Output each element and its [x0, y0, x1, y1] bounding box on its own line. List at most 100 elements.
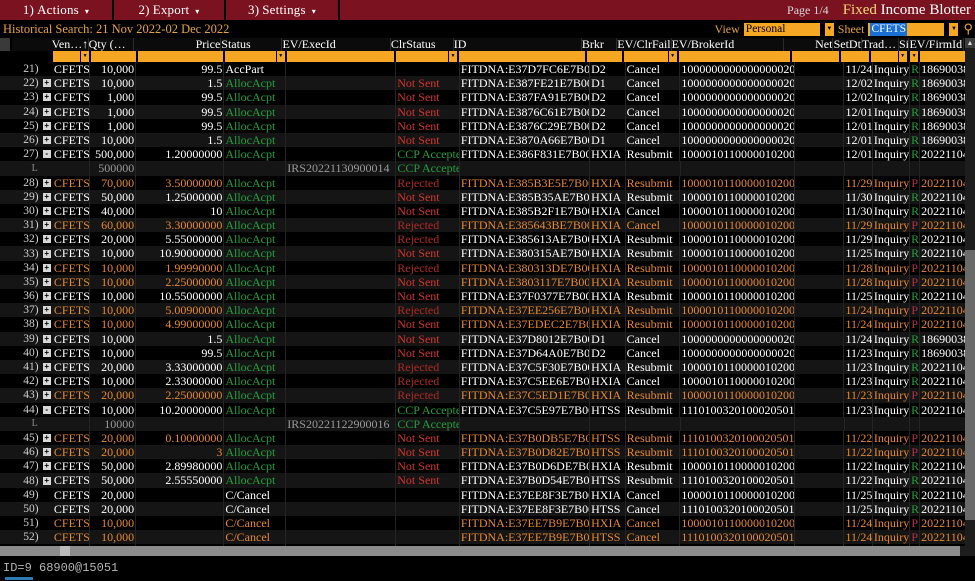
table-row[interactable]: 39) + CFETS 10,000 1.5 AllocAcpt Not Sent FITDN…	[0, 331, 975, 346]
table-row[interactable]: 27) - CFETS 500,000 1.20000000 AllocAcpt CCP A…	[0, 147, 975, 162]
expander-box[interactable]: +	[42, 221, 51, 230]
table-row[interactable]: 35) + CFETS 10,000 2.25000000 AllocAcpt Not Se…	[0, 274, 975, 289]
table-row[interactable]: 31) + CFETS 60,000 3.30000000 AllocAcpt Reject…	[0, 218, 975, 233]
column-header-ven[interactable]: Ven…↑	[51, 38, 89, 51]
table-row[interactable]: 42) + CFETS 10,000 2.33000000 AllocAcpt Reject…	[0, 374, 975, 389]
expand-row-icon[interactable]: +	[41, 374, 53, 388]
column-header-trad[interactable]: Trad…	[861, 38, 899, 51]
table-row[interactable]: 26) + CFETS 10,000 1.5 AllocAcpt Not Sent FITDN…	[0, 132, 975, 148]
column-header-qty[interactable]: Qty (…	[88, 38, 135, 51]
collapse-row-icon[interactable]: -	[41, 147, 53, 161]
expand-row-icon[interactable]: +	[41, 190, 53, 204]
table-row[interactable]: 38) + CFETS 10,000 4.99000000 AllocAcpt Not Se…	[0, 317, 975, 332]
column-header-status[interactable]: Status	[221, 38, 283, 51]
table-row[interactable]: 29) + CFETS 50,000 1.25000000 AllocAcpt Not Se…	[0, 189, 975, 204]
expander-box[interactable]: +	[42, 235, 51, 244]
table-row[interactable]: L 10000 IRS20221122900016CCP Accepted	[0, 416, 975, 431]
table-row[interactable]: 50) CFETS 20,000 C/Cancel FITDNA:E37EE8F3E7B…	[0, 501, 975, 516]
table-row[interactable]: 44) - CFETS 10,000 10.20000000 AllocAcpt CCP A…	[0, 402, 975, 417]
table-row[interactable]: 37) + CFETS 10,000 5.00900000 AllocAcpt Reject…	[0, 303, 975, 318]
table-row[interactable]: 21) CFETS 10,000 99.5 AccPart FITDNA:E37D7FC6…	[0, 62, 975, 77]
column-header-brkr[interactable]: Brkr	[581, 38, 618, 51]
view-dropdown-icon[interactable]: ▼	[823, 22, 834, 36]
scroll-up-arrow-icon[interactable]: ▲	[965, 38, 975, 48]
export-menu-button[interactable]: 2) Export ▾	[114, 0, 226, 20]
sheet-select[interactable]: CFETS	[868, 22, 945, 36]
filter-input-id[interactable]	[459, 51, 588, 62]
vertical-scrollbar[interactable]: ▲ ▼	[965, 38, 975, 556]
filter-input-setdt[interactable]	[841, 51, 871, 62]
column-header-net[interactable]: Net	[784, 38, 834, 51]
expand-row-icon[interactable]: +	[41, 133, 53, 147]
expand-row-icon[interactable]: +	[41, 360, 53, 374]
filter-dropdown-icon-clrstatus[interactable]: ▼	[448, 51, 458, 62]
expander-box[interactable]: +	[42, 462, 51, 471]
view-select[interactable]: Personal	[743, 22, 820, 36]
expander-box[interactable]: +	[42, 448, 51, 457]
expander-box[interactable]: +	[42, 292, 51, 301]
filter-dropdown-icon-trad[interactable]: ▼	[897, 51, 907, 62]
table-row[interactable]: 49) CFETS 20,000 C/Cancel FITDNA:E37EE8F3E7B…	[0, 487, 975, 502]
table-row[interactable]: 22) + CFETS 10,000 1.5 AllocAcpt Not Sent FITDN…	[0, 76, 975, 91]
expand-row-icon[interactable]: +	[41, 332, 53, 346]
expander-box[interactable]: +	[42, 121, 51, 130]
actions-menu-button[interactable]: 1) Actions ▾	[0, 0, 114, 20]
expand-row-icon[interactable]: +	[41, 76, 53, 90]
table-row[interactable]: 28) + CFETS 70,000 3.50000000 AllocAcpt Reject…	[0, 175, 975, 190]
expander-box[interactable]: +	[42, 334, 51, 343]
expander-box[interactable]: +	[42, 206, 51, 215]
expand-row-icon[interactable]: +	[41, 105, 53, 119]
expand-row-icon[interactable]: +	[41, 346, 53, 360]
expander-box[interactable]: +	[42, 391, 51, 400]
filter-dropdown-icon-ven[interactable]: ▼	[80, 51, 90, 62]
expand-row-icon[interactable]: +	[41, 431, 53, 445]
expander-box[interactable]: -	[42, 150, 51, 159]
table-row[interactable]: 25) + CFETS 1,000 99.5 AllocAcpt Not Sent FITDN…	[0, 118, 975, 133]
expand-row-icon[interactable]: +	[41, 445, 53, 459]
column-header-side[interactable]: Side	[899, 38, 910, 51]
expander-box[interactable]: +	[42, 277, 51, 286]
expand-row-icon[interactable]: +	[41, 459, 53, 473]
expander-box[interactable]: +	[42, 136, 51, 145]
filter-input-side[interactable]: ▼	[908, 51, 921, 62]
collapse-row-icon[interactable]: -	[41, 403, 53, 417]
expander-box[interactable]: +	[42, 320, 51, 329]
filter-input-status[interactable]: ▼	[224, 51, 287, 62]
column-header-clrstatus[interactable]: ClrStatus	[390, 38, 454, 51]
filter-dropdown-icon-side[interactable]: ▼	[909, 51, 919, 62]
expand-row-icon[interactable]: +	[41, 176, 53, 190]
column-header-brokerid[interactable]: EV/BrokerId	[671, 38, 785, 51]
expander-box[interactable]: +	[42, 107, 51, 116]
table-row[interactable]: 47) + CFETS 50,000 2.89980000 AllocAcpt Not Se…	[0, 459, 975, 474]
settings-menu-button[interactable]: 3) Settings ▾	[226, 0, 340, 20]
table-row[interactable]: 34) + CFETS 10,000 1.99990000 AllocAcpt Reject…	[0, 260, 975, 275]
filter-input-net[interactable]	[791, 51, 842, 62]
table-row[interactable]: 23) + CFETS 1,000 99.5 AllocAcpt Not Sent FITDN…	[0, 90, 975, 105]
vertical-scroll-thumb[interactable]	[965, 250, 975, 520]
filter-input-trad[interactable]: ▼	[870, 51, 909, 62]
expand-row-icon[interactable]: +	[41, 261, 53, 275]
expander-box[interactable]: +	[42, 249, 51, 258]
sheet-dropdown-icon[interactable]: ▼	[948, 22, 959, 36]
column-header-id[interactable]: ID	[453, 38, 582, 51]
filter-input-ven[interactable]: ▼	[53, 51, 92, 62]
expand-row-icon[interactable]: +	[41, 204, 53, 218]
column-header-firmid[interactable]: EV/FirmId	[909, 38, 964, 51]
column-header-price[interactable]: Price	[134, 38, 222, 51]
expand-row-icon[interactable]: +	[41, 317, 53, 331]
expand-row-icon[interactable]: +	[41, 303, 53, 317]
table-row[interactable]: 24) + CFETS 1,000 99.5 AllocAcpt Not Sent FITDN…	[0, 104, 975, 119]
expander-box[interactable]: +	[42, 476, 51, 485]
expander-box[interactable]: +	[42, 363, 51, 372]
table-row[interactable]: 45) + CFETS 20,000 0.10000000 AllocAcpt Not Se…	[0, 430, 975, 446]
expander-box[interactable]: +	[42, 178, 51, 187]
table-row[interactable]: 43) + CFETS 20,000 2.25000000 AllocAcpt Reject…	[0, 388, 975, 403]
expander-box[interactable]: +	[42, 192, 51, 201]
filter-dropdown-icon-clrfail[interactable]: ▼	[667, 51, 677, 62]
horizontal-scroll-track-right[interactable]	[70, 546, 960, 556]
filter-input-execid[interactable]	[286, 51, 396, 62]
table-row[interactable]: 41) + CFETS 20,000 3.33000000 AllocAcpt Reject…	[0, 359, 975, 375]
expander-box[interactable]: +	[42, 433, 51, 442]
horizontal-scroll-thumb[interactable]	[60, 546, 70, 556]
expand-row-icon[interactable]: +	[41, 275, 53, 289]
